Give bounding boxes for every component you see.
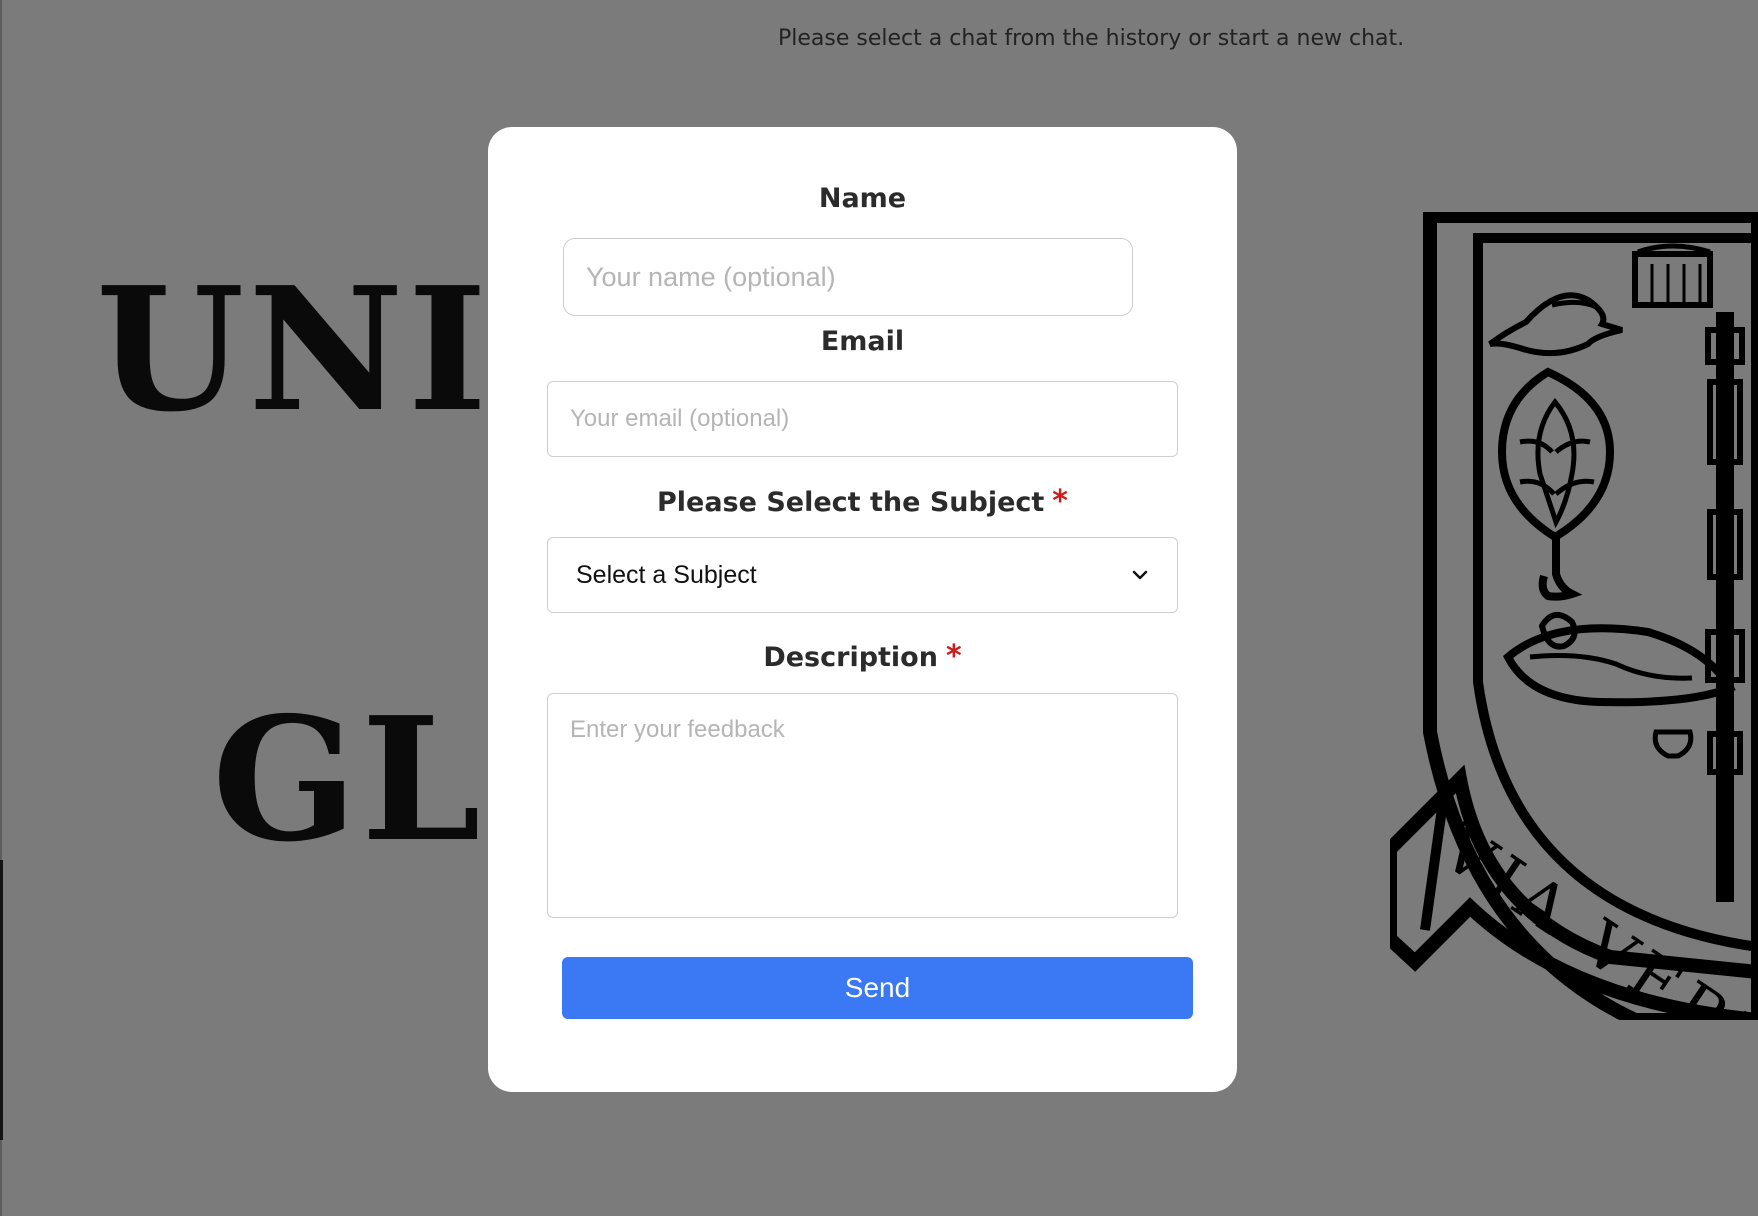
feedback-modal: Name Email Please Select the Subject* Se… [488, 127, 1237, 1092]
chat-status-message: Please select a chat from the history or… [778, 26, 1405, 51]
name-input[interactable] [563, 238, 1133, 316]
description-textarea[interactable] [547, 693, 1178, 918]
description-required-indicator: * [945, 639, 962, 674]
email-label: Email [820, 326, 905, 357]
name-label: Name [818, 183, 907, 214]
subject-selected-value: Select a Subject [576, 560, 757, 589]
description-label-text: Description [763, 642, 938, 673]
university-wordmark-bottom: GL [212, 680, 485, 880]
subject-required-indicator: * [1052, 484, 1068, 519]
chevron-down-icon [1131, 566, 1149, 584]
left-edge-accent [0, 860, 3, 1140]
description-label: Description * [488, 639, 1237, 674]
subject-label-text: Please Select the Subject [656, 487, 1045, 518]
email-input[interactable] [547, 381, 1178, 457]
university-crest-icon: VIA VERIT [1390, 212, 1758, 1020]
subject-select[interactable]: Select a Subject [547, 537, 1178, 613]
subject-label: Please Select the Subject * [488, 484, 1237, 519]
send-button[interactable]: Send [562, 957, 1193, 1019]
